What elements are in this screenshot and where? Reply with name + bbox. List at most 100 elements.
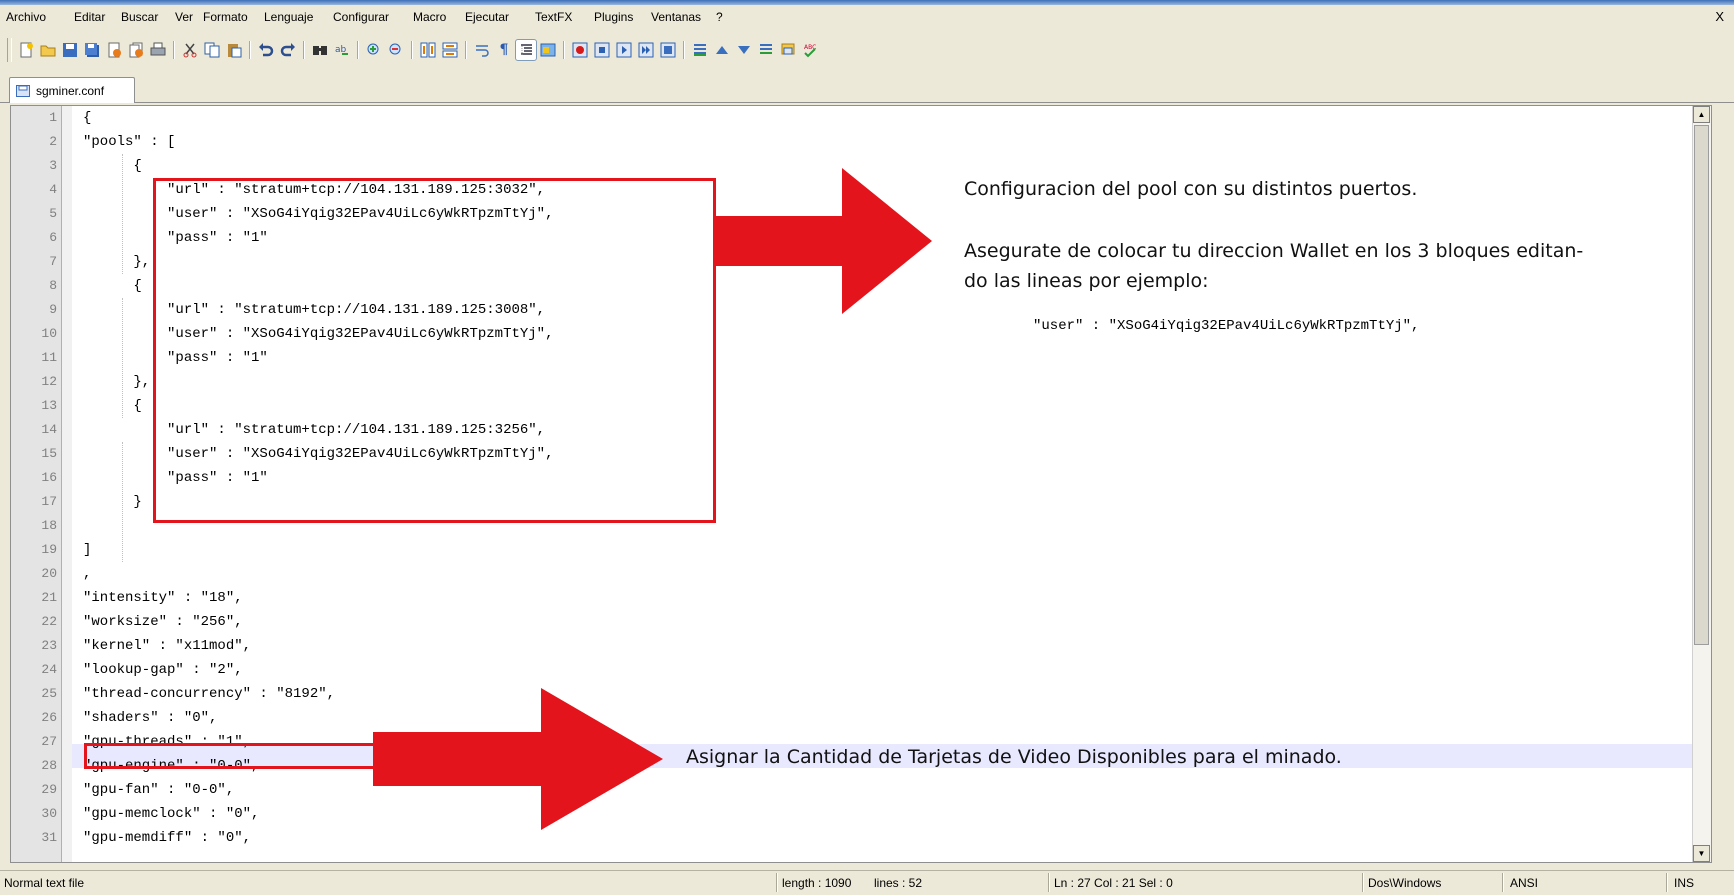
- print-icon[interactable]: [148, 40, 168, 60]
- new-file-icon[interactable]: [16, 40, 36, 60]
- code-line[interactable]: "lookup-gap" : "2",: [83, 658, 243, 682]
- code-line[interactable]: ,: [83, 562, 91, 586]
- line-number: 25: [41, 686, 57, 701]
- close-file-icon[interactable]: [104, 40, 124, 60]
- status-separator: [1502, 873, 1504, 892]
- code-line[interactable]: "intensity" : "18",: [83, 586, 243, 610]
- indent-guide-icon[interactable]: [515, 39, 537, 61]
- code-line[interactable]: "kernel" : "x11mod",: [83, 634, 251, 658]
- line-number: 23: [41, 638, 57, 653]
- code-line[interactable]: "gpu-memdiff" : "0",: [83, 826, 251, 850]
- tab-sgminer-conf[interactable]: sgminer.conf: [9, 77, 135, 103]
- line-number: 4: [49, 182, 57, 197]
- code-line[interactable]: "gpu-fan" : "0-0",: [83, 778, 234, 802]
- line-number: 19: [41, 542, 57, 557]
- save-all-icon[interactable]: [82, 40, 102, 60]
- code-line[interactable]: }: [83, 490, 141, 514]
- menu-help[interactable]: ?: [716, 10, 723, 24]
- bookmark-up-icon[interactable]: [712, 40, 732, 60]
- menu-plugins[interactable]: Plugins: [594, 10, 633, 24]
- code-line[interactable]: {: [83, 274, 141, 298]
- record-macro-icon[interactable]: [570, 40, 590, 60]
- line-number: 15: [41, 446, 57, 461]
- show-all-characters-icon[interactable]: ¶: [494, 40, 514, 60]
- menu-formato[interactable]: Formato: [203, 10, 248, 24]
- copy-icon[interactable]: [202, 40, 222, 60]
- line-number: 1: [49, 110, 57, 125]
- code-line[interactable]: "thread-concurrency" : "8192",: [83, 682, 335, 706]
- pool-config-annotation: Configuracion del pool con su distintos …: [964, 178, 1418, 200]
- wallet-annotation-line1: Asegurate de colocar tu direccion Wallet…: [964, 240, 1584, 262]
- user-defined-language-icon[interactable]: [538, 40, 558, 60]
- code-line[interactable]: {: [83, 394, 141, 418]
- code-line[interactable]: },: [83, 250, 150, 274]
- scrollbar-thumb[interactable]: [1694, 125, 1709, 645]
- spell-check-icon[interactable]: ABC: [800, 40, 820, 60]
- bookmark-toggle-icon[interactable]: [690, 40, 710, 60]
- line-number: 10: [41, 326, 57, 341]
- code-line[interactable]: ]: [83, 538, 91, 562]
- undo-icon[interactable]: [256, 40, 276, 60]
- menu-ejecutar[interactable]: Ejecutar: [465, 10, 509, 24]
- redo-icon[interactable]: [278, 40, 298, 60]
- line-number: 11: [41, 350, 57, 365]
- zoom-in-icon[interactable]: [364, 40, 384, 60]
- open-file-icon[interactable]: [38, 40, 58, 60]
- menu-configurar[interactable]: Configurar: [333, 10, 389, 24]
- menu-macro[interactable]: Macro: [413, 10, 446, 24]
- paste-icon[interactable]: [224, 40, 244, 60]
- code-line[interactable]: "gpu-memclock" : "0",: [83, 802, 259, 826]
- menu-ventanas[interactable]: Ventanas: [651, 10, 701, 24]
- status-separator: [1362, 873, 1364, 892]
- menu-textfx[interactable]: TextFX: [535, 10, 572, 24]
- toolbar-separator: [411, 41, 413, 59]
- word-wrap-icon[interactable]: [472, 40, 492, 60]
- stop-recording-icon[interactable]: [592, 40, 612, 60]
- menu-ver[interactable]: Ver: [175, 10, 193, 24]
- close-document-icon[interactable]: X: [1715, 10, 1724, 24]
- zoom-out-icon[interactable]: [386, 40, 406, 60]
- code-line[interactable]: {: [83, 106, 91, 130]
- clear-bookmarks-icon[interactable]: [756, 40, 776, 60]
- code-line[interactable]: "shaders" : "0",: [83, 706, 217, 730]
- toolbar: ab ¶ ABC: [0, 30, 1734, 68]
- code-line[interactable]: "worksize" : "256",: [83, 610, 243, 634]
- line-number: 6: [49, 230, 57, 245]
- sync-vertical-icon[interactable]: [418, 40, 438, 60]
- code-line[interactable]: {: [83, 154, 141, 178]
- run-macro-multiple-icon[interactable]: [636, 40, 656, 60]
- line-number: 17: [41, 494, 57, 509]
- code-line[interactable]: "pools" : [: [83, 130, 175, 154]
- bookmark-down-icon[interactable]: [734, 40, 754, 60]
- menu-lenguaje[interactable]: Lenguaje: [264, 10, 313, 24]
- status-insert-mode: INS: [1674, 876, 1695, 890]
- scroll-down-icon[interactable]: ▼: [1693, 845, 1710, 862]
- document-map-icon[interactable]: [778, 40, 798, 60]
- toolbar-separator: [249, 41, 251, 59]
- line-number: 26: [41, 710, 57, 725]
- gpu-threads-annotation: Asignar la Cantidad de Tarjetas de Video…: [686, 746, 1342, 768]
- menu-archivo[interactable]: Archivo: [6, 10, 46, 24]
- menu-editar[interactable]: Editar: [74, 10, 105, 24]
- menu-buscar[interactable]: Buscar: [121, 10, 158, 24]
- fold-margin[interactable]: [62, 106, 72, 862]
- toolbar-separator: [465, 41, 467, 59]
- cut-icon[interactable]: [180, 40, 200, 60]
- replace-icon[interactable]: ab: [332, 40, 352, 60]
- status-encoding: ANSI: [1510, 876, 1539, 890]
- gpu-threads-arrow-icon: [373, 688, 663, 830]
- line-number: 21: [41, 590, 57, 605]
- toolbar-grip[interactable]: [7, 38, 12, 62]
- vertical-scrollbar[interactable]: ▲ ▼: [1692, 106, 1711, 862]
- pool-config-arrow-icon: [714, 168, 932, 314]
- line-number: 3: [49, 158, 57, 173]
- scroll-up-icon[interactable]: ▲: [1693, 106, 1710, 123]
- save-icon[interactable]: [60, 40, 80, 60]
- close-all-icon[interactable]: [126, 40, 146, 60]
- play-macro-icon[interactable]: [614, 40, 634, 60]
- line-number: 13: [41, 398, 57, 413]
- sync-horizontal-icon[interactable]: [440, 40, 460, 60]
- find-icon[interactable]: [310, 40, 330, 60]
- save-macro-icon[interactable]: [658, 40, 678, 60]
- code-line[interactable]: },: [83, 370, 150, 394]
